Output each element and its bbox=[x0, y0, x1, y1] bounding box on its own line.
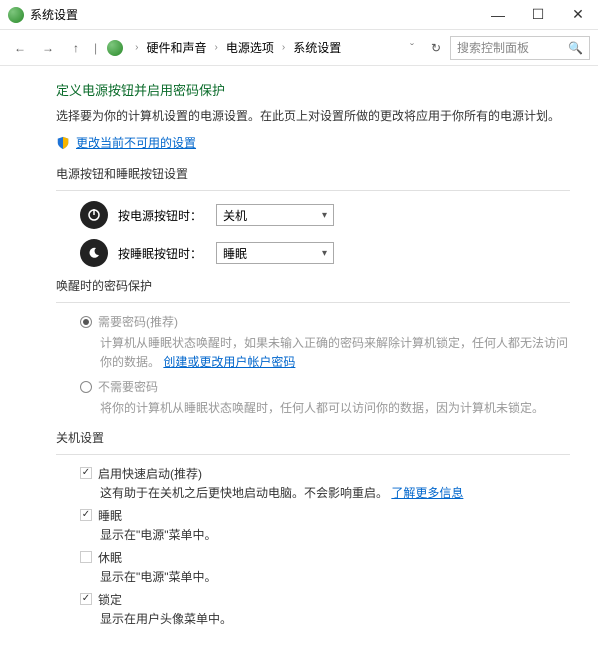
create-account-password-link[interactable]: 创建或更改用户帐户密码 bbox=[163, 355, 295, 369]
fastboot-checkbox-row: 启用快速启动(推荐) bbox=[80, 465, 570, 482]
shutdown-section-title: 关机设置 bbox=[56, 429, 570, 446]
change-unavailable-link[interactable]: 更改当前不可用的设置 bbox=[76, 134, 196, 151]
search-placeholder: 搜索控制面板 bbox=[457, 39, 529, 56]
sleep-button-row: 按睡眠按钮时： 睡眠 ▾ bbox=[80, 239, 570, 267]
power-buttons-section-title: 电源按钮和睡眠按钮设置 bbox=[56, 165, 570, 182]
back-button[interactable]: ← bbox=[8, 36, 32, 60]
sleep-desc: 显示在"电源"菜单中。 bbox=[100, 526, 570, 543]
breadcrumb-hardware[interactable]: 硬件和声音 bbox=[146, 39, 206, 56]
require-password-radio: 需要密码(推荐) bbox=[80, 313, 570, 330]
password-section-title: 唤醒时的密码保护 bbox=[56, 277, 570, 294]
checkbox-checked-icon bbox=[80, 467, 92, 479]
sleep-button-label: 按睡眠按钮时： bbox=[118, 245, 206, 262]
sleep-icon bbox=[80, 239, 108, 267]
navbar: ← → ↑ | › 硬件和声音 › 电源选项 › 系统设置 ˇ ↻ 搜索控制面板… bbox=[0, 30, 598, 66]
lock-checkbox-row: 锁定 bbox=[80, 591, 570, 608]
chevron-down-icon: ▾ bbox=[322, 210, 327, 221]
page-heading: 定义电源按钮并启用密码保护 bbox=[56, 80, 570, 99]
hibernate-desc: 显示在"电源"菜单中。 bbox=[100, 568, 570, 585]
control-panel-icon bbox=[107, 40, 123, 56]
power-button-label: 按电源按钮时： bbox=[118, 207, 206, 224]
power-button-row: 按电源按钮时： 关机 ▾ bbox=[80, 201, 570, 229]
power-button-select[interactable]: 关机 ▾ bbox=[216, 204, 334, 226]
separator: | bbox=[94, 41, 97, 55]
lock-desc: 显示在用户头像菜单中。 bbox=[100, 610, 570, 627]
titlebar: 系统设置 — ☐ ✕ bbox=[0, 0, 598, 30]
refresh-button[interactable]: ↻ bbox=[426, 38, 446, 58]
checkbox-checked-icon bbox=[80, 593, 92, 605]
chevron-down-icon: ▾ bbox=[322, 248, 327, 259]
sleep-checkbox-row: 睡眠 bbox=[80, 507, 570, 524]
radio-checked-icon bbox=[80, 316, 92, 328]
radio-unchecked-icon bbox=[80, 381, 92, 393]
breadcrumb-settings[interactable]: 系统设置 bbox=[293, 39, 341, 56]
fastboot-desc: 这有助于在关机之后更快地启动电脑。不会影响重启。 了解更多信息 bbox=[100, 484, 570, 501]
power-icon bbox=[80, 201, 108, 229]
address-dropdown[interactable]: ˇ bbox=[410, 41, 414, 55]
chevron-right-icon: › bbox=[282, 42, 285, 53]
app-icon bbox=[8, 7, 24, 23]
chevron-right-icon: › bbox=[214, 42, 217, 53]
search-input[interactable]: 搜索控制面板 🔍 bbox=[450, 36, 590, 60]
up-button[interactable]: ↑ bbox=[64, 36, 88, 60]
chevron-right-icon: › bbox=[135, 42, 138, 53]
shield-icon bbox=[56, 136, 70, 150]
require-password-desc: 计算机从睡眠状态唤醒时，如果未输入正确的密码来解除计算机锁定，任何人都无法访问你… bbox=[100, 334, 570, 372]
minimize-button[interactable]: — bbox=[478, 0, 518, 30]
search-icon: 🔍 bbox=[568, 41, 583, 55]
divider bbox=[56, 302, 570, 303]
content: 定义电源按钮并启用密码保护 选择要为你的计算机设置的电源设置。在此页上对设置所做… bbox=[0, 66, 598, 645]
forward-button[interactable]: → bbox=[36, 36, 60, 60]
hibernate-checkbox-row: 休眠 bbox=[80, 549, 570, 566]
checkbox-checked-icon bbox=[80, 509, 92, 521]
breadcrumb-power[interactable]: 电源选项 bbox=[226, 39, 274, 56]
window-title: 系统设置 bbox=[30, 6, 478, 23]
divider bbox=[56, 190, 570, 191]
sleep-button-select[interactable]: 睡眠 ▾ bbox=[216, 242, 334, 264]
divider bbox=[56, 454, 570, 455]
page-description: 选择要为你的计算机设置的电源设置。在此页上对设置所做的更改将应用于你所有的电源计… bbox=[56, 107, 570, 124]
maximize-button[interactable]: ☐ bbox=[518, 0, 558, 30]
close-button[interactable]: ✕ bbox=[558, 0, 598, 30]
no-password-desc: 将你的计算机从睡眠状态唤醒时，任何人都可以访问你的数据，因为计算机未锁定。 bbox=[100, 399, 570, 418]
learn-more-link[interactable]: 了解更多信息 bbox=[391, 486, 463, 500]
checkbox-unchecked-icon bbox=[80, 551, 92, 563]
no-password-radio: 不需要密码 bbox=[80, 378, 570, 395]
